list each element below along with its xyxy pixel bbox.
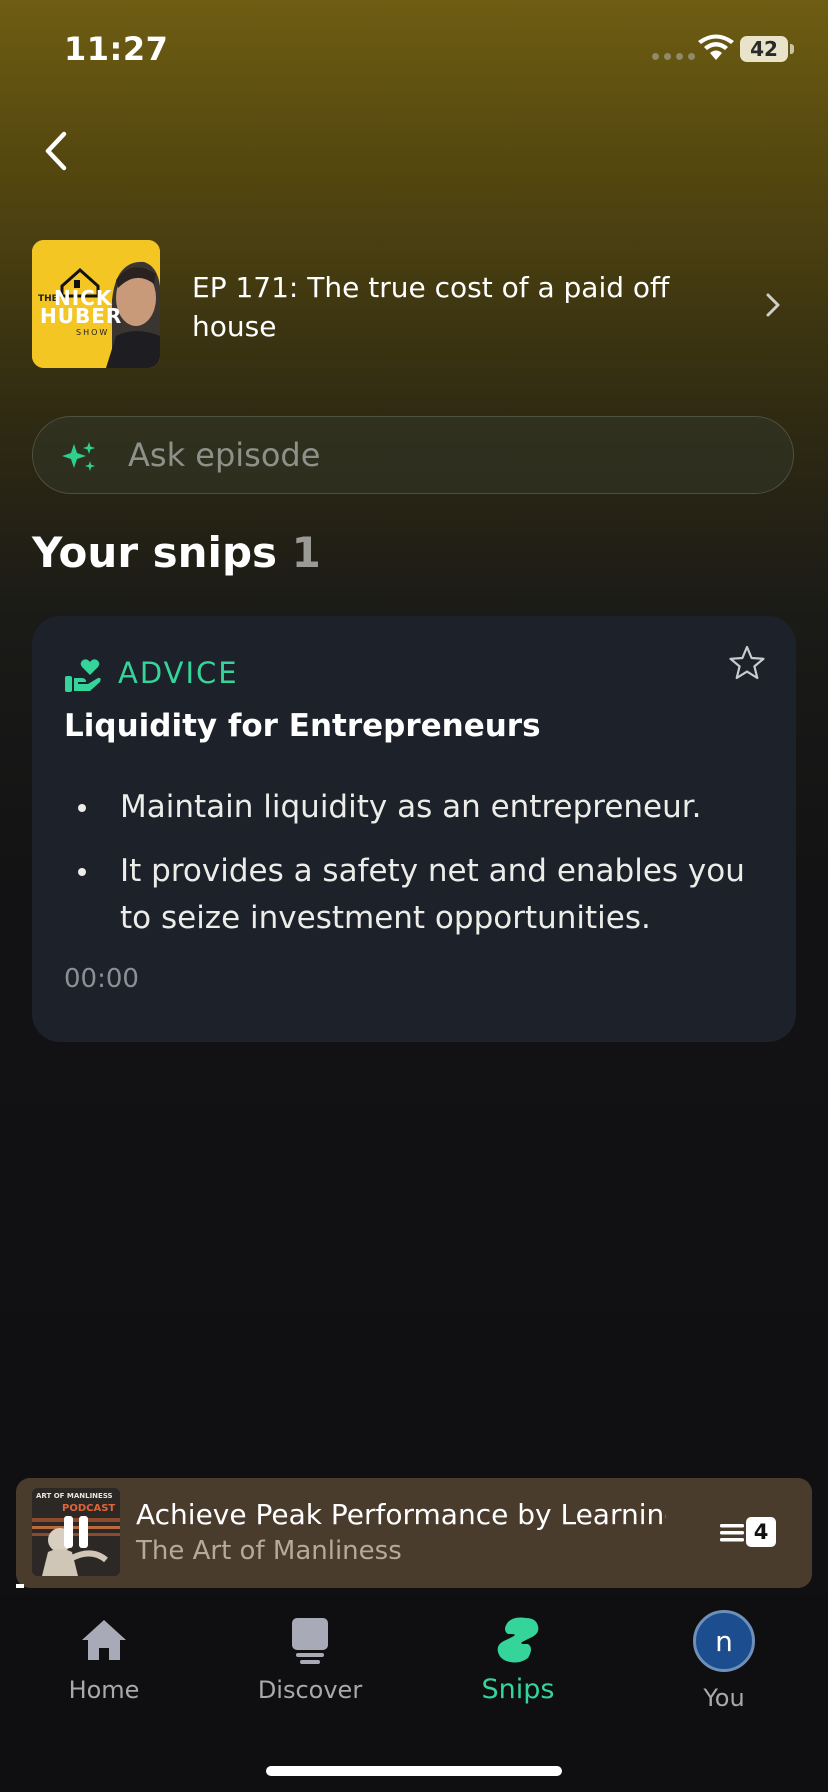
home-indicator: [266, 1766, 562, 1776]
episode-artwork[interactable]: THE NICK HUBER SHOW: [32, 240, 160, 368]
tab-snips[interactable]: Snips: [428, 1614, 608, 1705]
playback-progress-bar[interactable]: [16, 1584, 812, 1588]
status-time: 11:27: [64, 30, 169, 68]
snips-heading: Your snips 1: [32, 528, 321, 577]
tab-home-label: Home: [68, 1676, 140, 1704]
snip-bullets: Maintain liquidity as an entrepreneur. I…: [64, 784, 774, 959]
snips-heading-title: Your snips: [32, 528, 278, 577]
queue-button[interactable]: 4: [718, 1514, 778, 1550]
sparkle-icon: [62, 442, 95, 471]
queue-count: 4: [753, 1520, 769, 1544]
artwork-text-line3: SHOW: [76, 328, 110, 337]
cellular-signal-icon: [652, 53, 695, 60]
wifi-icon: [698, 34, 734, 60]
tab-discover-label: Discover: [257, 1676, 363, 1704]
snip-bullet: It provides a safety net and enables you…: [64, 848, 774, 942]
tab-snips-label: Snips: [481, 1674, 555, 1705]
home-icon: [82, 1620, 126, 1660]
advice-hand-heart-icon: [65, 659, 101, 692]
snip-bullet: Maintain liquidity as an entrepreneur.: [64, 784, 774, 831]
tab-discover[interactable]: Discover: [220, 1614, 400, 1704]
snip-title: Liquidity for Entrepreneurs: [64, 708, 541, 744]
mini-player-podcast[interactable]: The Art of Manliness: [136, 1536, 402, 1566]
bullet-dot: [78, 804, 86, 812]
snips-icon: [497, 1617, 539, 1663]
tab-you-label: You: [703, 1684, 745, 1712]
discover-icon: [292, 1618, 328, 1664]
snip-category: ADVICE: [118, 656, 239, 690]
back-button[interactable]: [36, 126, 80, 176]
playback-progress-fill: [16, 1584, 24, 1588]
mini-player-title[interactable]: Achieve Peak Performance by Learning: [136, 1498, 666, 1531]
snips-count: 1: [291, 528, 321, 577]
battery-cap: [790, 44, 794, 54]
mini-artwork-text-top: ART OF MANLINESS: [36, 1492, 113, 1500]
snip-bullet-text: Maintain liquidity as an entrepreneur.: [120, 789, 702, 825]
star-icon[interactable]: [728, 644, 766, 682]
tab-you[interactable]: n You: [634, 1610, 814, 1712]
mini-player[interactable]: [16, 1478, 812, 1588]
mini-artwork-text-bottom: PODCAST: [62, 1503, 116, 1514]
bullet-dot: [78, 868, 86, 876]
battery-indicator: 42: [740, 36, 788, 62]
snip-bullet-text: It provides a safety net and enables you…: [120, 853, 745, 936]
avatar: n: [693, 1610, 755, 1672]
tab-home[interactable]: Home: [14, 1614, 194, 1704]
ask-episode-input[interactable]: Ask episode: [128, 416, 320, 494]
snip-timestamp[interactable]: 00:00: [64, 964, 139, 994]
episode-title[interactable]: EP 171: The true cost of a paid off hous…: [192, 268, 712, 346]
chevron-right-icon[interactable]: [762, 290, 784, 320]
artwork-text-line2: HUBER: [40, 304, 123, 328]
pause-icon[interactable]: [58, 1514, 94, 1550]
